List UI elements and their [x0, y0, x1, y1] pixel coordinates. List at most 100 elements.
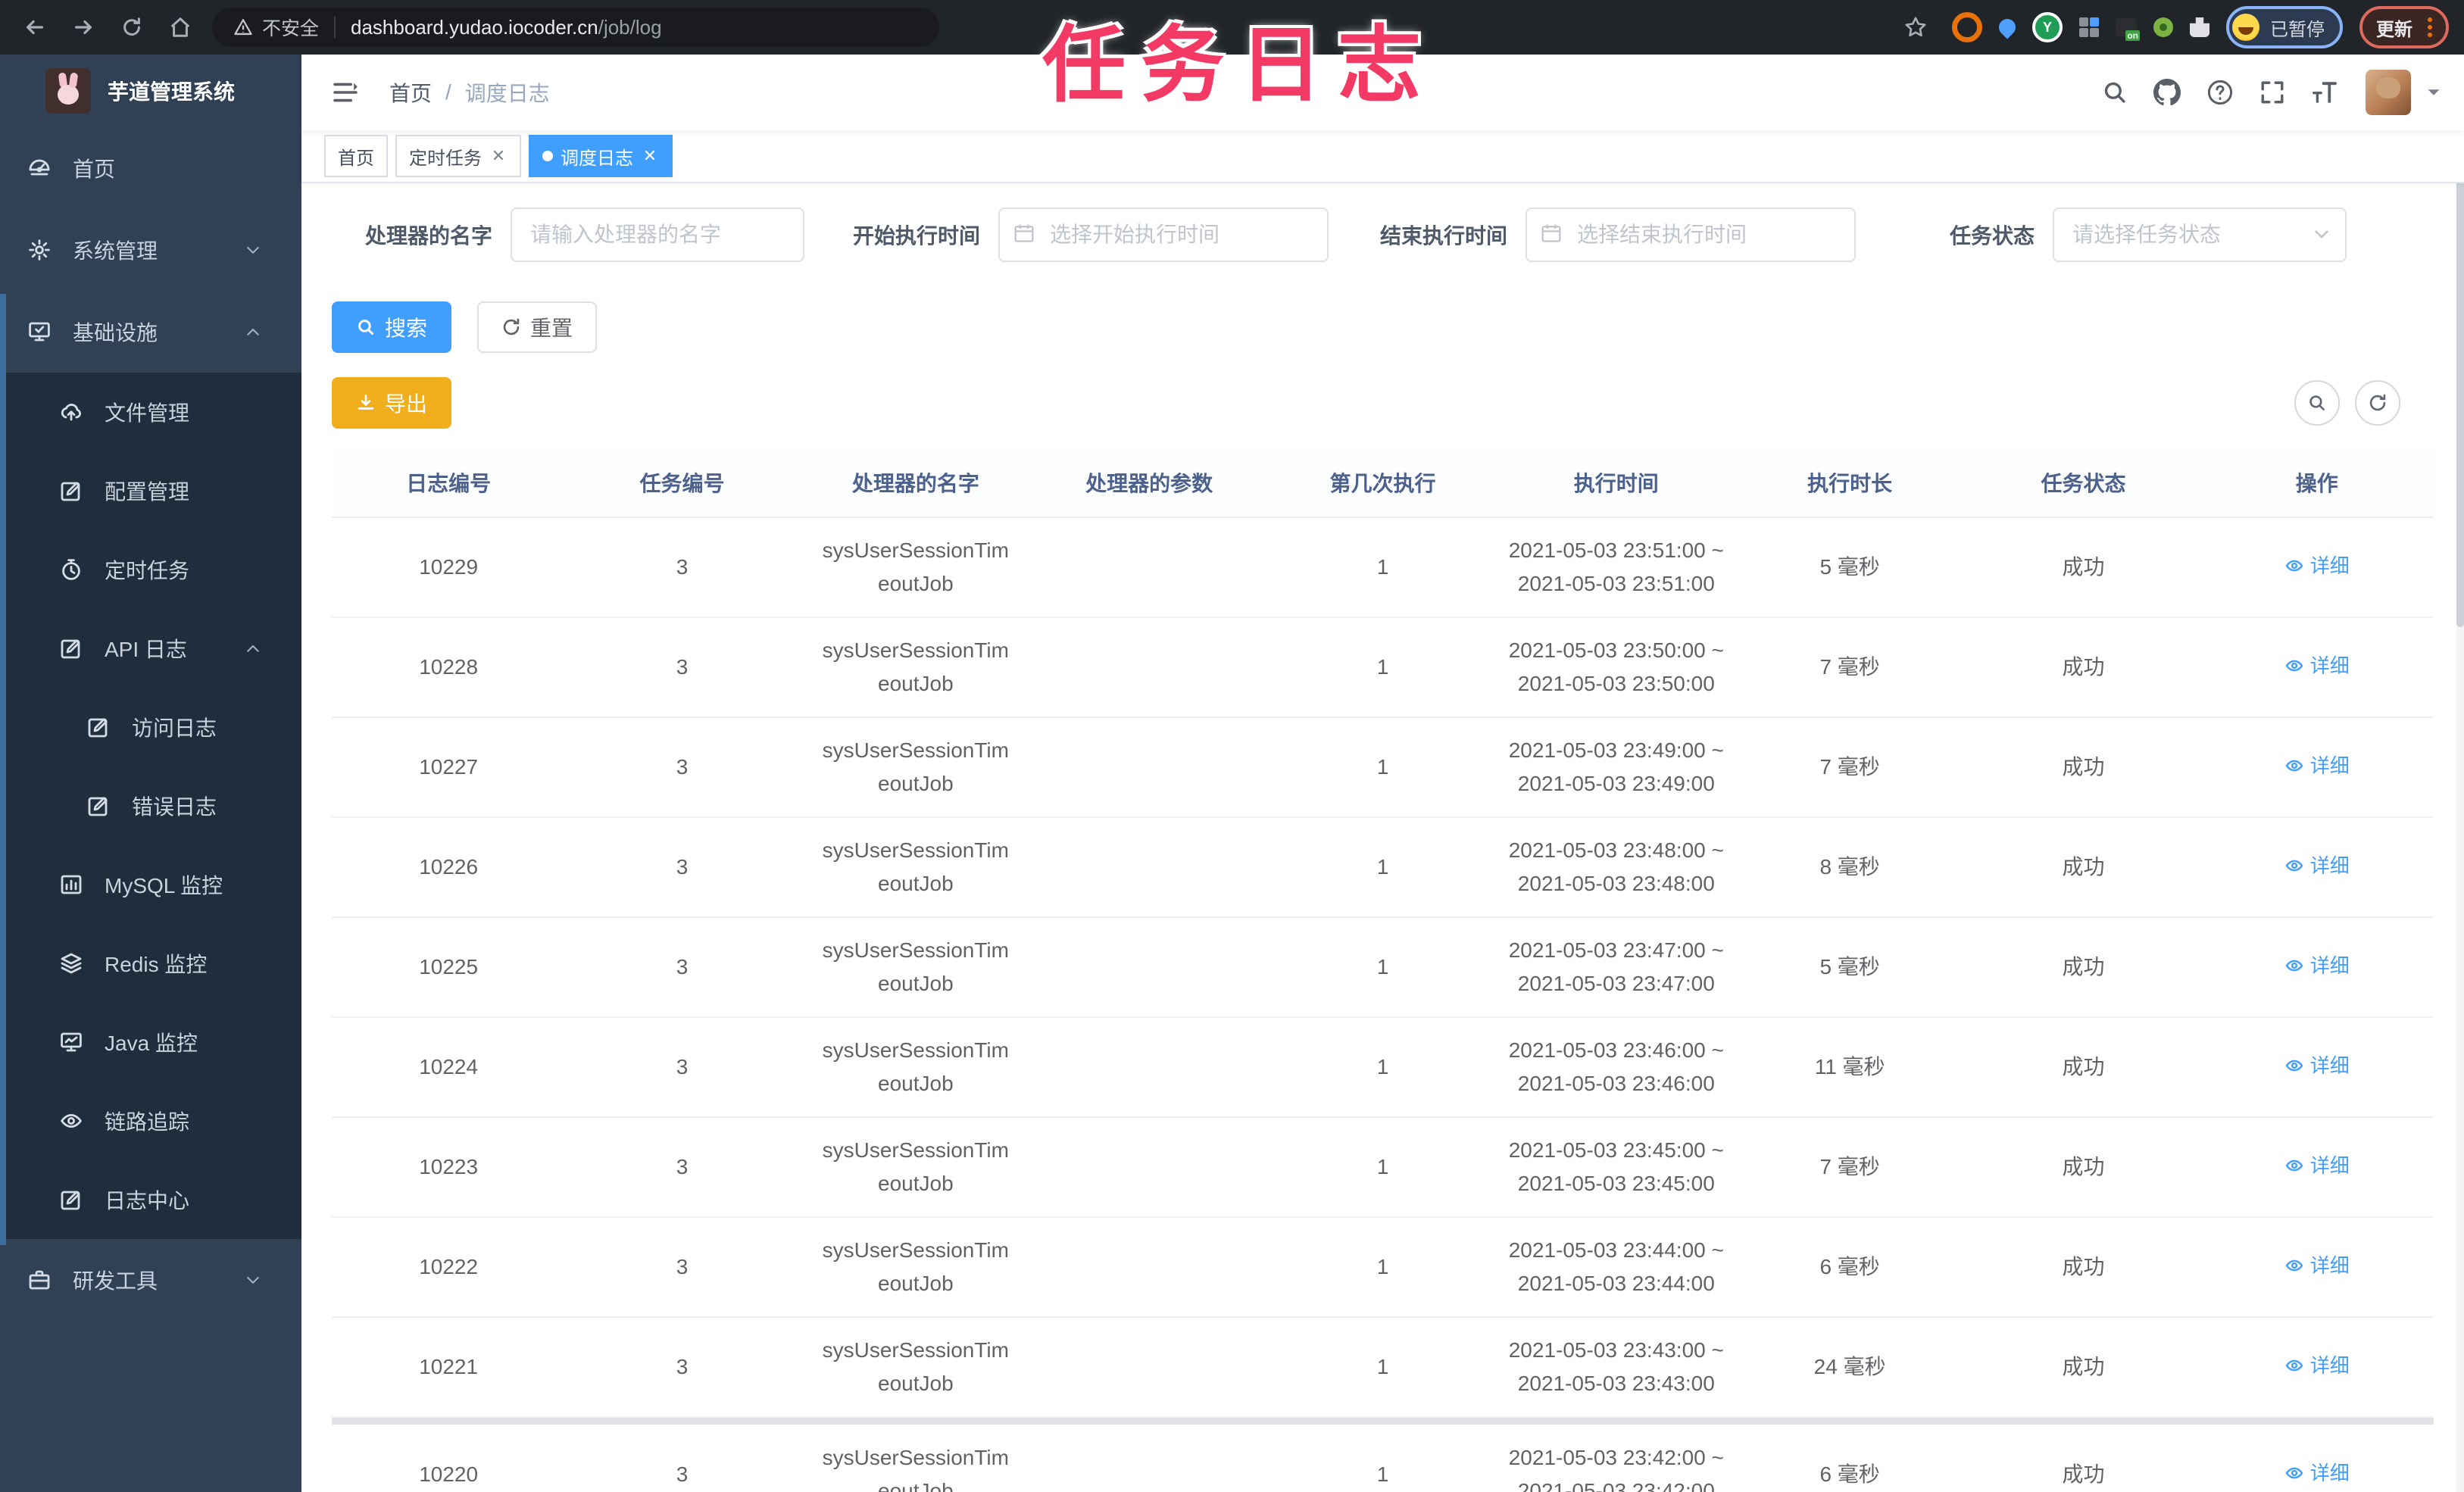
font-size-icon[interactable] [2311, 80, 2340, 105]
action-cell: 详细 [2200, 717, 2434, 818]
detail-link[interactable]: 详细 [2284, 1249, 2350, 1282]
puzzle-extension-icon[interactable] [2190, 17, 2209, 37]
green-y-extension-icon[interactable]: Y [2032, 12, 2063, 42]
duration-cell: 11 毫秒 [1732, 1017, 1967, 1118]
green-cat-extension-icon[interactable] [2153, 17, 2173, 37]
search-icon[interactable] [2102, 80, 2128, 105]
detail-link[interactable]: 详细 [2284, 749, 2350, 782]
action-cell: 详细 [2200, 917, 2434, 1018]
eye-icon [2284, 1056, 2304, 1075]
handler-param-cell [1032, 717, 1266, 818]
profile-paused-chip[interactable]: 已暂停 [2226, 6, 2343, 48]
table-divider [332, 1417, 2434, 1425]
handler-name-cell: sysUserSessionTim eoutJob [798, 617, 1032, 718]
handler-param-cell [1032, 1217, 1266, 1318]
tag-调度日志[interactable]: 调度日志 ✕ [529, 135, 673, 177]
tag-首页[interactable]: 首页 [324, 135, 388, 177]
detail-link[interactable]: 详细 [2284, 649, 2350, 682]
sidebar-item-mysql-监控[interactable]: MySQL 监控 [0, 845, 301, 924]
close-icon[interactable]: ✕ [641, 146, 659, 165]
search-button[interactable]: 搜索 [332, 301, 452, 353]
sidebar-item-链路追踪[interactable]: 链路追踪 [0, 1082, 301, 1160]
star-icon[interactable] [1896, 8, 1935, 47]
breadcrumb-current: 调度日志 [464, 82, 550, 105]
sidebar-item-java-监控[interactable]: Java 监控 [0, 1003, 301, 1082]
annotation-task-log: 任务日志 [1042, 19, 1436, 112]
tag-定时任务[interactable]: 定时任务 ✕ [395, 135, 521, 177]
sidebar-item-api-日志[interactable]: API 日志 [0, 609, 301, 688]
user-avatar[interactable] [2366, 70, 2411, 115]
reload-icon[interactable] [112, 8, 151, 47]
toggle-search-button[interactable] [2294, 380, 2340, 426]
orange-ring-extension-icon[interactable] [1952, 12, 1982, 42]
detail-link[interactable]: 详细 [2284, 1456, 2350, 1490]
hamburger-icon[interactable] [323, 79, 368, 106]
job-status-select[interactable] [2053, 208, 2347, 262]
end-time-input[interactable] [1526, 208, 1856, 262]
begin-time-input[interactable] [998, 208, 1329, 262]
detail-link[interactable]: 详细 [2284, 1149, 2350, 1182]
filter-bar: 处理器的名字 开始执行时间 结束执行时间 任务状态 [332, 208, 2434, 262]
sidebar-item-文件管理[interactable]: 文件管理 [0, 373, 301, 451]
eye-icon [2284, 656, 2304, 676]
sidebar-item-redis-监控[interactable]: Redis 监控 [0, 924, 301, 1003]
breadcrumb-home[interactable]: 首页 [389, 77, 432, 108]
exec-index-cell: 1 [1266, 1317, 1500, 1418]
logo[interactable]: 芋道管理系统 [0, 55, 301, 127]
sidebar-item-基础设施[interactable]: 基础设施 [0, 291, 301, 373]
home-icon[interactable] [161, 8, 200, 47]
calendar-icon [1541, 223, 1562, 244]
table-row: 10224 3 sysUserSessionTim eoutJob 1 2021-05-0… [332, 1017, 2434, 1118]
blue-drop-extension-icon[interactable] [1995, 15, 2019, 39]
exec-index-cell: 1 [1266, 1425, 1500, 1492]
log-id-cell: 10223 [332, 1117, 566, 1218]
kebab-menu-icon[interactable] [2428, 17, 2432, 37]
exec-time-cell: 2021-05-03 23:44:00 ~2021-05-03 23:44:00 [1499, 1217, 1733, 1318]
column-header: 执行时长 [1732, 448, 1967, 518]
column-header: 第几次执行 [1266, 448, 1500, 518]
detail-link[interactable]: 详细 [2284, 1049, 2350, 1082]
detail-link[interactable]: 详细 [2284, 949, 2350, 982]
log-id-cell: 10225 [332, 917, 566, 1018]
job-id-cell: 3 [565, 517, 799, 618]
job-id-cell: 3 [565, 1117, 799, 1218]
sidebar-item-首页[interactable]: 首页 [0, 127, 301, 209]
sidebar-item-研发工具[interactable]: 研发工具 [0, 1239, 301, 1321]
duration-cell: 8 毫秒 [1732, 817, 1967, 918]
address-bar[interactable]: 不安全 dashboard.yudao.iocoder.cn/job/log [212, 8, 939, 47]
detail-link[interactable]: 详细 [2284, 1349, 2350, 1382]
sidebar-item-定时任务[interactable]: 定时任务 [0, 530, 301, 609]
exec-time-cell: 2021-05-03 23:46:00 ~2021-05-03 23:46:00 [1499, 1017, 1733, 1118]
fullscreen-icon[interactable] [2259, 80, 2285, 105]
sidebar-item-系统管理[interactable]: 系统管理 [0, 209, 301, 291]
detail-link[interactable]: 详细 [2284, 849, 2350, 882]
close-icon[interactable]: ✕ [489, 146, 507, 165]
question-icon[interactable] [2206, 79, 2234, 106]
exec-time-cell: 2021-05-03 23:49:00 ~2021-05-03 23:49:00 [1499, 717, 1733, 818]
browser-update-button[interactable]: 更新 [2359, 6, 2449, 48]
chevron-up-icon [244, 636, 262, 660]
handler-name-input[interactable] [511, 208, 804, 262]
sidebar-item-错误日志[interactable]: 错误日志 [0, 766, 301, 845]
edit-icon [86, 715, 111, 739]
back-icon[interactable] [15, 8, 55, 47]
reset-button[interactable]: 重置 [477, 301, 598, 353]
github-icon[interactable] [2153, 79, 2181, 106]
caret-down-icon[interactable] [2425, 83, 2443, 101]
page-scrollbar[interactable] [2456, 55, 2464, 1492]
end-time-label: 结束执行时间 [1379, 224, 1507, 248]
detail-link[interactable]: 详细 [2284, 549, 2350, 582]
sidebar-item-访问日志[interactable]: 访问日志 [0, 688, 301, 766]
exec-index-cell: 1 [1266, 1217, 1500, 1318]
grid-extension-icon[interactable] [2079, 17, 2099, 37]
forward-icon[interactable] [64, 8, 103, 47]
timer-icon [59, 557, 83, 582]
handler-name-cell: sysUserSessionTim eoutJob [798, 817, 1032, 918]
sidebar-item-日志中心[interactable]: 日志中心 [0, 1160, 301, 1239]
sidebar-item-配置管理[interactable]: 配置管理 [0, 451, 301, 530]
refresh-table-button[interactable] [2355, 380, 2400, 426]
chevron-down-icon [244, 1268, 262, 1292]
export-button[interactable]: 导出 [332, 377, 452, 429]
java-monitor-icon [59, 1030, 83, 1054]
on-badge-extension-icon[interactable]: on [2116, 18, 2140, 41]
